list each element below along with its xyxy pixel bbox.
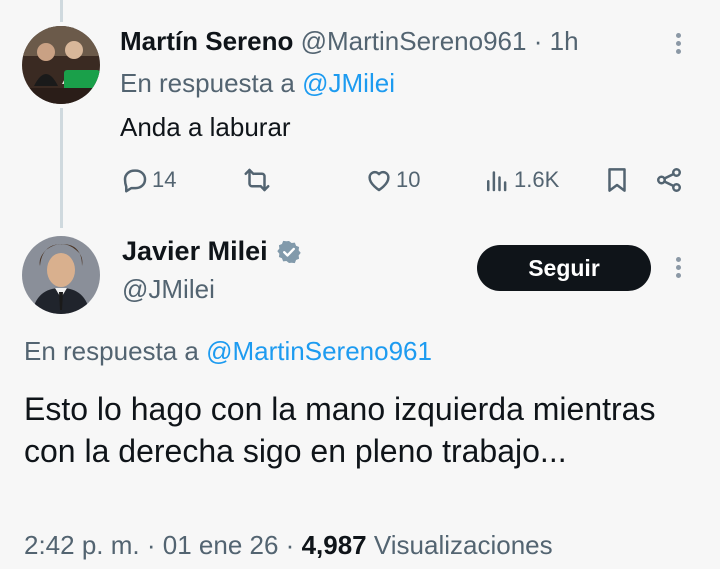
author-name-row: Javier Milei [122,236,302,267]
reply-tweet[interactable]: Martín Sereno @MartinSereno961 · 1h En r… [0,0,720,230]
author-name[interactable]: Javier Milei [122,236,268,267]
author-handle[interactable]: @MartinSereno961 [301,26,527,56]
tweet-metadata: 2:42 p. m. · 01 ene 26 · 4,987 Visualiza… [24,530,553,561]
views-button[interactable]: 1.6K [482,164,559,196]
more-options-icon[interactable] [676,254,681,281]
views-count: 1.6K [514,167,560,192]
avatar[interactable] [22,236,100,314]
follow-button[interactable]: Seguir [477,245,651,291]
author-name[interactable]: Martín Sereno [120,26,293,56]
bookmark-button[interactable] [602,164,632,196]
reply-count: 14 [152,167,177,192]
retweet-icon [244,168,270,192]
date[interactable]: 01 ene 26 [163,530,279,560]
like-count: 10 [396,167,421,192]
tweet-text: Esto lo hago con la mano izquierda mient… [24,391,656,469]
views-icon [487,171,507,192]
retweet-button[interactable] [242,164,272,196]
share-icon [657,168,681,192]
share-button[interactable] [654,164,684,196]
reply-icon [123,169,147,193]
reply-context: En respuesta a @MartinSereno961 [24,336,432,367]
reply-prefix: En respuesta a [24,336,199,366]
timestamp[interactable]: 2:42 p. m. [24,530,140,560]
avatar[interactable] [22,26,100,104]
views-label[interactable]: Visualizaciones [374,530,553,560]
separator: · [285,530,295,560]
separator: · [533,26,543,56]
tweet-text: Anda a laburar [120,112,291,142]
like-icon [368,170,390,192]
author-handle[interactable]: @JMilei [122,274,215,305]
verified-badge-icon [276,240,301,263]
reply-button[interactable]: 14 [120,164,176,196]
separator: · [146,530,156,560]
views-count: 4,987 [301,530,367,560]
bookmark-icon [608,168,626,192]
timestamp[interactable]: 1h [550,26,579,56]
like-button[interactable]: 10 [364,164,420,196]
mention-link[interactable]: @MartinSereno961 [206,336,432,366]
reply-context: En respuesta a @JMilei [120,68,395,99]
mention-link[interactable]: @JMilei [302,68,395,98]
reply-header: Martín Sereno @MartinSereno961 · 1h [120,26,579,57]
action-bar: 14 10 1.6K [0,164,720,196]
reply-prefix: En respuesta a [120,68,295,98]
more-options-icon[interactable] [676,30,681,57]
